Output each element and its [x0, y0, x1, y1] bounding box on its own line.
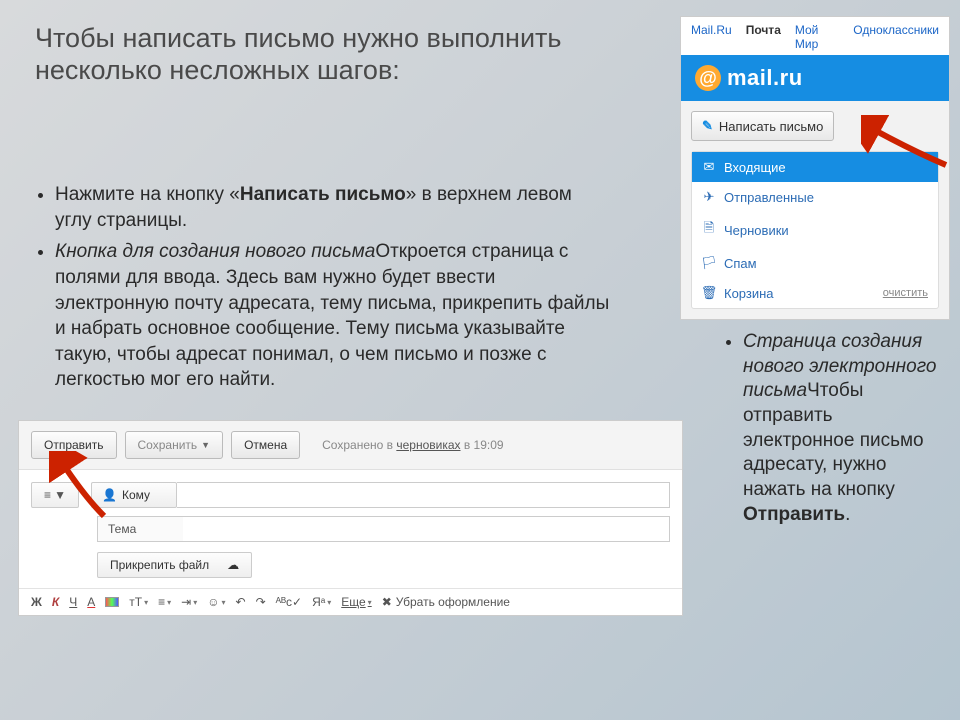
caret-icon: ▾	[368, 598, 372, 607]
folder-spam-label: Спам	[724, 256, 757, 271]
save-label: Сохранить	[138, 438, 198, 452]
bullet-2-text: Откроется страница с полями для ввода. З…	[55, 241, 609, 390]
format-size[interactable]: тТ▾	[129, 595, 148, 609]
attach-button[interactable]: Прикрепить файл ☁	[97, 552, 252, 578]
bullet-1-bold: Написать письмо	[240, 184, 406, 205]
to-input[interactable]	[177, 482, 670, 508]
caret-icon: ▾	[327, 598, 331, 607]
folder-drafts[interactable]: 🗎 Черновики	[692, 212, 938, 248]
folder-spam[interactable]: 🏳 Спам	[692, 248, 938, 278]
trash-icon: 🗑	[702, 285, 716, 301]
folder-list: ✉ Входящие ✈ Отправленные 🗎 Черновики 🏳 …	[691, 151, 939, 309]
compose-icon: ✎	[702, 118, 713, 134]
format-undo[interactable]: ↶	[236, 595, 246, 609]
format-spellcheck[interactable]: ᴬᴮᴄ✓	[276, 595, 302, 609]
slide-title: Чтобы написать письмо нужно выполнить не…	[35, 22, 595, 87]
folder-trash[interactable]: 🗑 Корзина очистить	[692, 278, 938, 308]
main-bullet-list: Нажмите на кнопку «Написать письмо» в ве…	[35, 182, 610, 399]
remove-label: Убрать оформление	[396, 595, 510, 609]
bullet-2: Кнопка для создания нового письмаОткроет…	[55, 239, 610, 393]
compose-toolbar: Отправить Сохранить ▼ Отмена Сохранено в…	[19, 421, 682, 470]
topnav-ok[interactable]: Одноклассники	[853, 23, 939, 51]
inbox-icon: ✉	[702, 159, 716, 175]
priority-dropdown[interactable]: ≡▼	[31, 482, 79, 508]
topnav-brand[interactable]: Mail.Ru	[691, 23, 732, 51]
bullet-2-italic: Кнопка для создания нового письма	[55, 241, 375, 262]
mail-top-nav: Mail.Ru Почта Мой Мир Одноклассники	[681, 17, 949, 55]
caret-icon: ▾	[144, 598, 148, 607]
to-label-button[interactable]: 👤 Кому	[91, 482, 177, 508]
save-button[interactable]: Сохранить ▼	[125, 431, 224, 459]
format-italic[interactable]: К	[52, 595, 59, 609]
format-align[interactable]: ≡▾	[158, 595, 171, 609]
format-emoji[interactable]: ☺▾	[207, 595, 225, 609]
mail-logo-text: mail.ru	[727, 65, 803, 91]
folder-sent-label: Отправленные	[724, 190, 814, 205]
spam-icon: 🏳	[702, 255, 716, 271]
priority-icon: ≡	[44, 488, 51, 502]
saved-status: Сохранено в черновиках в 19:09	[322, 438, 503, 452]
right-note-list: Страница создания нового электронного пи…	[725, 330, 940, 528]
mail-logo: @ mail.ru	[681, 55, 949, 101]
topnav-myworld[interactable]: Мой Мир	[795, 23, 839, 51]
folder-sent[interactable]: ✈ Отправленные	[692, 182, 938, 212]
format-toolbar: Ж К Ч А тТ▾ ≡▾ ⇥▾ ☺▾ ↶ ↷ ᴬᴮᴄ✓ Яᵃ▾ Еще▾ ✖…	[19, 588, 682, 615]
subject-row: Тема	[19, 512, 682, 546]
more-label: Еще	[341, 595, 365, 609]
folder-inbox[interactable]: ✉ Входящие	[692, 152, 938, 182]
saved-c: в 19:09	[461, 438, 504, 452]
remove-icon: ✖	[382, 595, 392, 609]
highlight-icon	[105, 597, 119, 607]
bullet-1-text-a: Нажмите на кнопку «	[55, 184, 240, 205]
drafts-icon: 🗎	[702, 219, 716, 241]
subject-label: Тема	[97, 516, 183, 542]
right-note-period: .	[845, 504, 850, 525]
size-label: тТ	[129, 595, 142, 609]
mail-sidebar-body: ✎ Написать письмо ✉ Входящие ✈ Отправлен…	[681, 101, 949, 319]
caret-icon: ▾	[193, 598, 197, 607]
bullet-1: Нажмите на кнопку «Написать письмо» в ве…	[55, 182, 610, 233]
caret-icon: ▼	[54, 488, 66, 502]
compose-fields: ≡▼ 👤 Кому Тема Прикрепить файл ☁	[19, 470, 682, 588]
person-icon: 👤	[102, 488, 117, 502]
topnav-mail[interactable]: Почта	[746, 23, 781, 51]
format-indent[interactable]: ⇥▾	[181, 595, 197, 609]
folder-drafts-label: Черновики	[724, 223, 789, 238]
save-caret-icon: ▼	[201, 440, 210, 450]
saved-a: Сохранено в	[322, 438, 396, 452]
format-color[interactable]: А	[87, 595, 95, 609]
send-button[interactable]: Отправить	[31, 431, 117, 459]
saved-link[interactable]: черновиках	[396, 438, 460, 452]
format-translate[interactable]: Яᵃ▾	[312, 595, 331, 609]
right-note-bold: Отправить	[743, 504, 845, 525]
format-bold[interactable]: Ж	[31, 595, 42, 609]
format-remove[interactable]: ✖ Убрать оформление	[382, 595, 510, 609]
right-note: Страница создания нового электронного пи…	[743, 330, 940, 528]
attach-label: Прикрепить файл	[110, 558, 209, 572]
compose-button[interactable]: ✎ Написать письмо	[691, 111, 834, 141]
subject-input[interactable]	[183, 516, 670, 542]
to-label: Кому	[122, 488, 150, 502]
caret-icon: ▾	[221, 598, 225, 607]
mail-sidebar-screenshot: Mail.Ru Почта Мой Мир Одноклассники @ ma…	[680, 16, 950, 320]
format-redo[interactable]: ↷	[256, 595, 266, 609]
compose-form-screenshot: Отправить Сохранить ▼ Отмена Сохранено в…	[18, 420, 683, 616]
folder-trash-label: Корзина	[724, 286, 774, 301]
format-underline[interactable]: Ч	[69, 595, 77, 609]
folder-inbox-label: Входящие	[724, 160, 786, 175]
trash-clear-link[interactable]: очистить	[883, 287, 928, 299]
to-row: ≡▼ 👤 Кому	[19, 478, 682, 512]
sent-icon: ✈	[702, 189, 716, 205]
cancel-button[interactable]: Отмена	[231, 431, 300, 459]
mail-at-icon: @	[695, 65, 721, 91]
caret-icon: ▾	[167, 598, 171, 607]
format-highlight[interactable]	[105, 597, 119, 607]
format-more[interactable]: Еще▾	[341, 595, 371, 609]
compose-label: Написать письмо	[719, 119, 823, 134]
cloud-icon: ☁	[227, 558, 239, 572]
